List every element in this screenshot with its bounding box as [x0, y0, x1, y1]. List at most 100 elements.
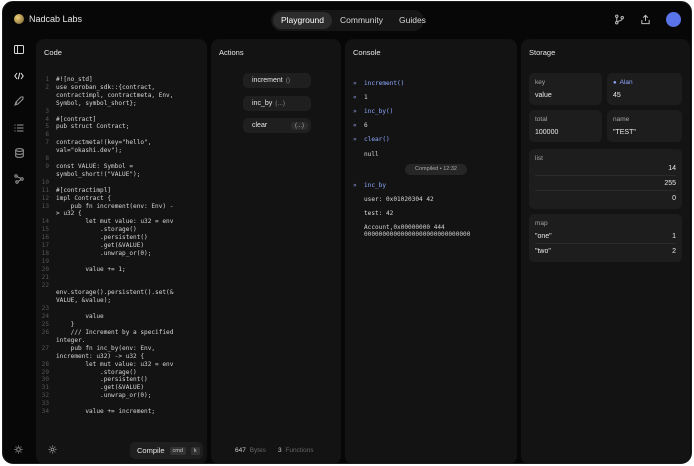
functions-stat: 3 Functions	[277, 447, 314, 454]
map-entry: "two" 2	[535, 248, 676, 255]
code-text: /// Increment by a specified	[56, 329, 174, 336]
code-line: 19	[40, 258, 204, 266]
code-icon[interactable]	[9, 68, 29, 86]
line-number	[40, 171, 56, 179]
console-entry: » increment()	[353, 79, 405, 87]
inc-by-button[interactable]: inc_by (...)	[243, 96, 311, 111]
code-line: contractimpl, contractmeta, Env,	[40, 92, 204, 100]
sidebar-toggle-icon[interactable]	[9, 42, 29, 60]
storage-map-cell: map "one" 1 "two" 2	[529, 214, 682, 262]
storage-user-cell: ● Alan 45	[607, 73, 682, 105]
line-number: 34	[41, 408, 49, 416]
list-item: 255	[535, 176, 676, 191]
brand-name: Nadcab Labs	[29, 14, 83, 24]
code-line: 8	[40, 155, 204, 163]
header-actions	[613, 14, 651, 26]
brand[interactable]: Nadcab Labs	[14, 14, 82, 24]
line-number: 9	[45, 162, 49, 170]
tab-guides[interactable]: Guides	[391, 12, 434, 29]
line-number	[40, 210, 56, 218]
increment-button[interactable]: increment ()	[243, 73, 311, 88]
console-panel-title: Console	[353, 48, 381, 57]
line-number: 18	[41, 249, 49, 257]
console-entry: » inc_by	[353, 181, 387, 189]
code-text: #[contract]	[56, 115, 97, 123]
share-icon[interactable]	[639, 14, 651, 26]
code-text: value += 1;	[56, 265, 126, 273]
theme-icon[interactable]	[14, 445, 23, 456]
code-text: VALUE, &value);	[56, 297, 112, 305]
code-panel: Code 1 #![no_std] 2 use soroban_sdk::{contr…	[36, 39, 207, 463]
code-text: let mut value: u32 = env	[56, 360, 174, 368]
code-line: 30 .persistent()	[40, 376, 204, 384]
code-line: Symbol, symbol_short};	[40, 100, 204, 108]
console-account-entry: Account,0x00000000 444	[364, 223, 445, 231]
code-text: pub struct Contract;	[56, 123, 130, 131]
line-number	[40, 337, 56, 345]
code-line: 24 value	[40, 313, 204, 321]
console-panel: Console » increment() «1 » inc_by() «6 » cl…	[345, 39, 517, 463]
rocket-icon[interactable]	[9, 94, 29, 112]
action-args: (...)	[275, 100, 285, 107]
line-number: 26	[41, 329, 49, 336]
branch-icon[interactable]	[613, 14, 625, 26]
gear-icon[interactable]	[48, 445, 57, 456]
code-text: .persistent()	[56, 234, 148, 242]
code-line: 32 .unwrap_or(0);	[40, 392, 204, 400]
compile-button[interactable]: Compile cmd k	[130, 442, 203, 459]
action-args: ()	[285, 77, 291, 84]
map-entry: "one" 1	[535, 229, 676, 244]
code-text: .unwrap_or(0);	[56, 392, 152, 400]
code-line: 12 impl Contract {	[40, 195, 204, 203]
brand-logo-icon	[14, 14, 24, 24]
code-line: > u32 {	[40, 210, 204, 218]
code-text: pub fn increment(env: Env) -	[56, 202, 174, 210]
code-line: 28 let mut value: u32 = env	[40, 361, 204, 369]
code-text: #[contractimpl]	[56, 186, 112, 194]
avatar[interactable]	[666, 12, 681, 27]
code-text: value	[56, 313, 104, 321]
console-account-entry: 00000000000000000000000000000	[364, 230, 471, 238]
actions-panel: Actions increment () inc_by (...) clear …	[211, 39, 341, 463]
storage-name-cell: name "TEST"	[607, 110, 682, 142]
network-icon[interactable]	[9, 172, 29, 190]
app-window: Nadcab Labs Playground Community Guides	[2, 1, 692, 464]
tab-playground[interactable]: Playground	[273, 12, 333, 29]
line-number	[40, 353, 56, 361]
clear-button[interactable]: clear (...)	[243, 118, 311, 133]
code-line: 15 .storage()	[40, 226, 204, 234]
list-item: 0	[672, 195, 676, 202]
storage-key-cell: key value	[529, 73, 602, 105]
code-text: #![no_std]	[56, 76, 93, 83]
line-number: 15	[41, 226, 49, 234]
code-line: 22	[40, 282, 204, 290]
list-icon[interactable]	[9, 120, 29, 138]
code-line: 9 const VALUE: Symbol =	[40, 163, 204, 171]
line-number: 2	[45, 83, 49, 91]
code-line: 20 value += 1;	[40, 266, 204, 274]
code-line: 11 #[contractimpl]	[40, 187, 204, 195]
code-editor[interactable]: 1 #![no_std] 2 use soroban_sdk::{contract, c…	[40, 76, 204, 416]
line-number: 14	[41, 218, 49, 226]
database-icon[interactable]	[9, 146, 29, 164]
line-number: 22	[41, 281, 49, 289]
main-nav: Playground Community Guides	[271, 10, 426, 31]
code-text: > u32 {	[56, 210, 82, 218]
line-number: 17	[41, 242, 49, 250]
action-args[interactable]: (...)	[291, 121, 308, 130]
code-line: 4 #[contract]	[40, 116, 204, 124]
line-number: 5	[45, 123, 49, 131]
line-number: 3	[45, 107, 49, 115]
storage-panel-title: Storage	[529, 48, 556, 57]
code-panel-title: Code	[44, 48, 62, 57]
code-line: env.storage().persistent().set(&	[40, 289, 204, 297]
line-number: 23	[41, 305, 49, 313]
action-label: increment	[252, 77, 283, 84]
code-line: 25 }	[40, 321, 204, 329]
line-number: 21	[41, 273, 49, 281]
code-line: 23	[40, 305, 204, 313]
code-line: 5 pub struct Contract;	[40, 123, 204, 131]
tab-community[interactable]: Community	[332, 12, 391, 29]
console-entry: » inc_by()	[353, 107, 394, 115]
code-line: 26 /// Increment by a specified	[40, 329, 204, 337]
